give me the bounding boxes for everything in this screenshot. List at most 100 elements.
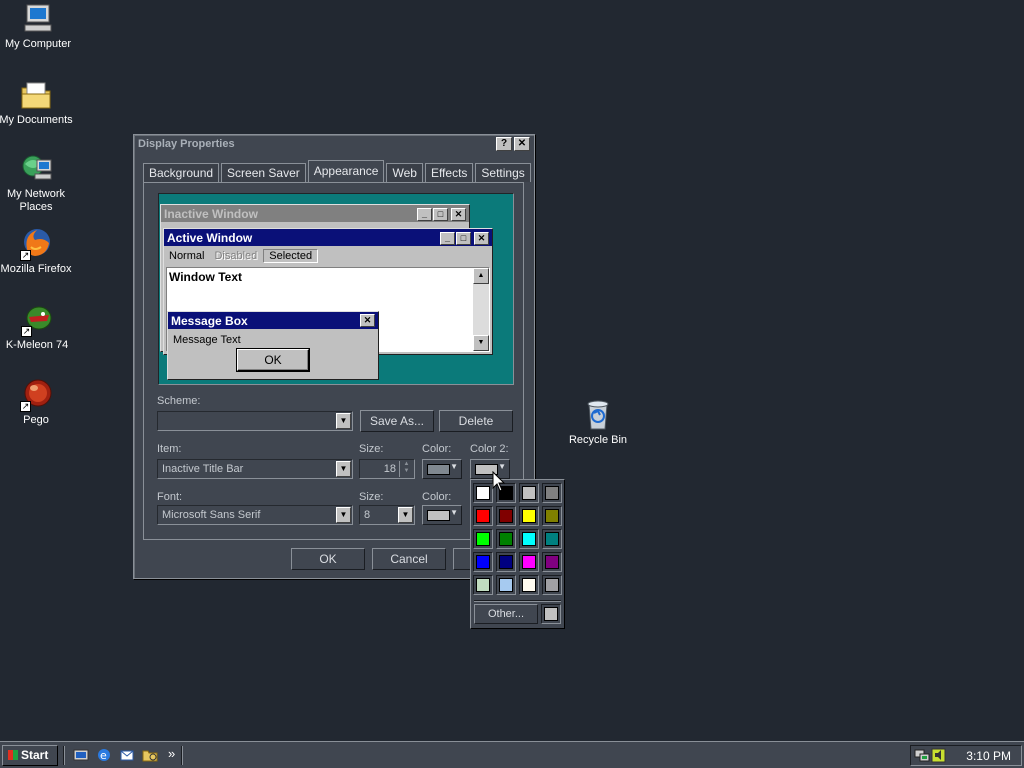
outlook-express-icon[interactable] [119, 747, 135, 763]
chevron-down-icon[interactable]: ▼ [336, 461, 351, 477]
desktop-icon-pego[interactable]: ↗ Pego [0, 378, 74, 427]
system-tray: 3:10 PM [910, 745, 1022, 766]
scheme-label: Scheme: [157, 395, 201, 407]
desktop-icon-k-meleon[interactable]: ↗ K-Meleon 74 [0, 303, 75, 352]
tab-appearance[interactable]: Appearance [307, 160, 385, 182]
palette-color-swatch[interactable] [496, 552, 516, 572]
palette-color-swatch[interactable] [496, 529, 516, 549]
explorer-icon[interactable] [142, 747, 158, 763]
font-label: Font: [157, 491, 183, 503]
palette-color-swatch[interactable] [496, 506, 516, 526]
item-select[interactable]: Inactive Title Bar ▼ [157, 459, 353, 479]
desktop-icon-recycle-bin[interactable]: Recycle Bin [560, 398, 636, 447]
appearance-panel: Inactive Window _ □ ✕ Active Window _ □ ✕ No… [143, 182, 524, 540]
window-title: Display Properties [138, 138, 235, 150]
network-tray-icon[interactable] [914, 748, 930, 763]
shortcut-arrow-icon: ↗ [20, 401, 31, 412]
palette-color-swatch[interactable] [519, 552, 539, 572]
preview-message-box[interactable]: Message Box ✕ Message Text OK [167, 311, 379, 380]
cancel-button[interactable]: Cancel [372, 548, 446, 570]
preview-ok-button[interactable]: OK [236, 348, 310, 372]
desktop-icon-mozilla-firefox[interactable]: ↗ Mozilla Firefox [0, 227, 74, 276]
desktop-icon-label: Recycle Bin [568, 434, 628, 446]
item-color-button[interactable]: ▼ [422, 459, 462, 479]
quick-launch-chevron-icon[interactable]: » [168, 746, 175, 761]
palette-color-swatch[interactable] [542, 506, 562, 526]
volume-tray-icon[interactable] [931, 748, 947, 763]
palette-color-swatch[interactable] [473, 483, 493, 503]
desktop-icon-label: K-Meleon 74 [5, 339, 69, 351]
palette-color-swatch[interactable] [519, 483, 539, 503]
ok-button[interactable]: OK [291, 548, 365, 570]
maximize-icon: □ [456, 232, 471, 245]
item-color-label: Color: [422, 443, 452, 455]
item-value: Inactive Title Bar [162, 463, 244, 475]
font-size-label: Size: [359, 491, 384, 503]
delete-button[interactable]: Delete [439, 410, 513, 432]
item-size-label: Size: [359, 443, 384, 455]
desktop-icon-label: My Network Places [6, 188, 66, 213]
chevron-down-icon[interactable]: ▼ [336, 413, 351, 429]
palette-color-swatch[interactable] [519, 575, 539, 595]
palette-color-swatch[interactable] [519, 506, 539, 526]
palette-color-swatch[interactable] [542, 529, 562, 549]
other-color-swatch[interactable] [541, 604, 561, 624]
font-color-swatch [427, 510, 450, 521]
help-button[interactable]: ? [496, 137, 512, 151]
tab-effects[interactable]: Effects [424, 163, 474, 182]
palette-color-swatch[interactable] [473, 552, 493, 572]
desktop-icon-label: Pego [23, 414, 49, 426]
start-label: Start [21, 748, 49, 762]
item-size-value: 18 [383, 463, 396, 475]
desktop-icon-my-network-places[interactable]: My Network Places [0, 152, 74, 214]
close-button[interactable]: ✕ [514, 137, 530, 151]
spinner-arrows-icon[interactable]: ▲ ▼ [399, 461, 413, 477]
palette-color-swatch[interactable] [519, 529, 539, 549]
scheme-select[interactable]: ▼ [157, 411, 353, 431]
tab-background[interactable]: Background [143, 163, 220, 182]
save-as-button[interactable]: Save As... [360, 410, 434, 432]
item-size-spinner[interactable]: 18 ▲ ▼ [359, 459, 415, 479]
close-icon: ✕ [451, 208, 466, 221]
appearance-preview: Inactive Window _ □ ✕ Active Window _ □ ✕ No… [158, 193, 514, 385]
font-color-button[interactable]: ▼ [422, 505, 462, 525]
preview-menu-selected: Selected [263, 248, 319, 263]
palette-color-swatch[interactable] [473, 575, 493, 595]
svg-text:e: e [100, 749, 107, 762]
shortcut-arrow-icon: ↗ [20, 250, 31, 261]
minimize-icon: _ [417, 208, 432, 221]
font-select[interactable]: Microsoft Sans Serif ▼ [157, 505, 353, 525]
network-icon [19, 152, 53, 186]
title-bar[interactable]: Display Properties ? ✕ [134, 135, 534, 153]
font-size-select[interactable]: 8 ▼ [359, 505, 415, 525]
palette-color-swatch[interactable] [473, 506, 493, 526]
desktop-icon-label: Mozilla Firefox [0, 263, 72, 275]
internet-explorer-icon[interactable]: e [96, 747, 112, 763]
palette-color-swatch[interactable] [473, 529, 493, 549]
computer-icon [21, 2, 55, 36]
chevron-down-icon: ▼ [450, 508, 458, 517]
close-icon: ✕ [360, 314, 375, 327]
chevron-down-icon[interactable]: ▼ [398, 507, 413, 523]
chevron-down-icon: ▼ [450, 462, 458, 471]
tab-web[interactable]: Web [386, 163, 423, 182]
desktop-icon-my-documents[interactable]: My Documents [0, 78, 74, 127]
chevron-down-icon[interactable]: ▼ [336, 507, 351, 523]
desktop-icon-my-computer[interactable]: My Computer [0, 2, 76, 51]
item-color2-label: Color 2: [470, 443, 509, 455]
show-desktop-icon[interactable] [73, 747, 89, 763]
tab-screen-saver[interactable]: Screen Saver [221, 163, 306, 182]
shortcut-arrow-icon: ↗ [21, 326, 32, 337]
palette-color-swatch[interactable] [542, 483, 562, 503]
font-size-value: 8 [364, 509, 371, 521]
palette-color-swatch[interactable] [542, 575, 562, 595]
tab-settings[interactable]: Settings [475, 163, 531, 182]
mouse-cursor-icon [492, 470, 506, 493]
palette-color-swatch[interactable] [496, 575, 516, 595]
other-color-button[interactable]: Other... [474, 604, 538, 624]
preview-message-text: Message Text [173, 334, 241, 346]
item-color-swatch [427, 464, 450, 475]
start-button[interactable]: Start [2, 745, 58, 766]
desktop-icon-label: My Computer [4, 38, 72, 50]
palette-color-swatch[interactable] [542, 552, 562, 572]
